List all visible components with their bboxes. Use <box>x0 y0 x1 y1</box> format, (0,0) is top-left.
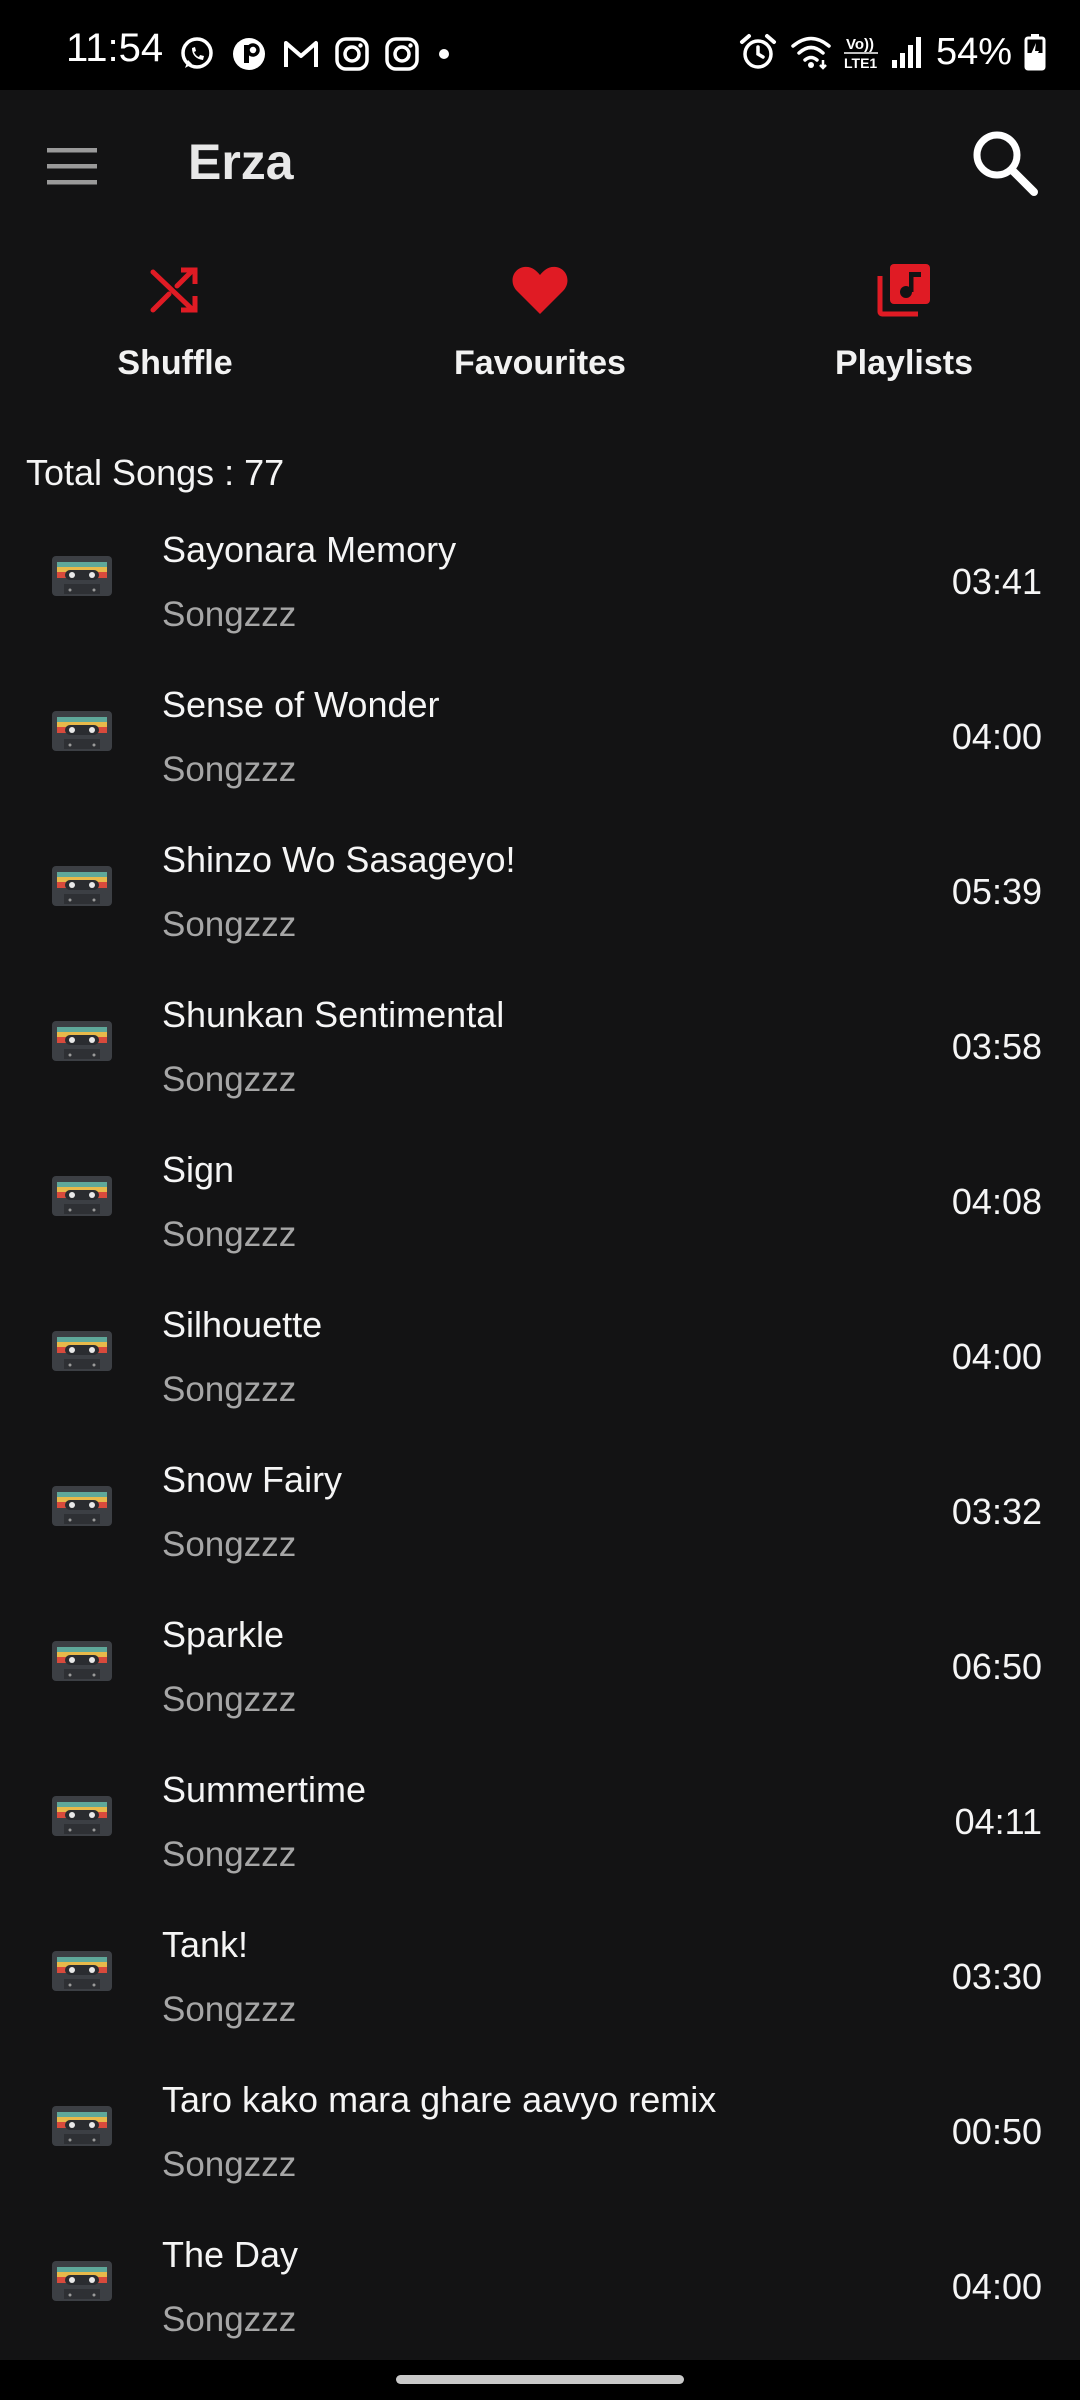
song-title: Summertime <box>162 1769 367 1810</box>
app-icon <box>230 35 268 73</box>
song-artist: Songzzz <box>162 1835 297 1874</box>
song-list-item[interactable]: Sayonara Memory Songzzz 03:41 <box>0 500 1080 655</box>
song-list-item[interactable]: Tank! Songzzz 03:30 <box>0 1895 1080 2050</box>
song-duration: 00:50 <box>951 2111 1042 2152</box>
song-title: Snow Fairy <box>162 1459 343 1500</box>
volte-icon: Vo)) LTE1 <box>843 32 878 72</box>
song-artist: Songzzz <box>162 1990 297 2029</box>
song-list-item[interactable]: Snow Fairy Songzzz 03:32 <box>0 1430 1080 1585</box>
song-title: Tank! <box>162 1924 249 1965</box>
shuffle-icon <box>149 264 201 321</box>
svg-text:LTE1: LTE1 <box>844 55 877 71</box>
song-artist: Songzzz <box>162 595 297 634</box>
song-title: The Day <box>162 2234 299 2275</box>
gmail-icon <box>282 37 320 71</box>
battery-charging-icon <box>1024 33 1046 71</box>
song-artist: Songzzz <box>162 2145 297 2184</box>
song-duration: 04:00 <box>951 2266 1042 2307</box>
svg-text:Vo)): Vo)) <box>846 36 874 53</box>
cassette-icon <box>50 1794 114 1838</box>
song-list-item[interactable]: Sense of Wonder Songzzz 04:00 <box>0 655 1080 810</box>
battery-percent: 54% <box>935 31 1012 73</box>
favourites-button[interactable]: Favourites <box>390 262 690 402</box>
playlists-button[interactable]: Playlists <box>754 262 1054 402</box>
app-bar: Erza <box>0 90 1080 240</box>
song-artist: Songzzz <box>162 1215 297 1254</box>
song-duration: 04:00 <box>951 1336 1042 1377</box>
song-artist: Songzzz <box>162 1060 297 1099</box>
cassette-icon <box>50 2259 114 2303</box>
cassette-icon <box>50 1949 114 1993</box>
status-time: 11:54 <box>66 26 164 70</box>
song-list-item[interactable]: Shunkan Sentimental Songzzz 03:58 <box>0 965 1080 1120</box>
song-title: Silhouette <box>162 1304 323 1345</box>
song-title: Shinzo Wo Sasageyo! <box>162 839 516 880</box>
song-artist: Songzzz <box>162 1370 297 1409</box>
cassette-icon <box>50 1484 114 1528</box>
cassette-icon <box>50 864 114 908</box>
song-list-item[interactable]: Taro kako mara ghare aavyo remix Songzzz… <box>0 2050 1080 2205</box>
cassette-icon <box>50 1329 114 1373</box>
song-duration: 04:00 <box>951 716 1042 757</box>
dot-icon <box>434 44 454 64</box>
cassette-icon <box>50 1639 114 1683</box>
song-title: Sign <box>162 1149 235 1190</box>
song-artist: Songzzz <box>162 1680 297 1719</box>
song-duration: 04:11 <box>954 1801 1042 1842</box>
status-bar: 11:54 Vo)) LTE1 54% <box>0 0 1080 90</box>
menu-icon[interactable] <box>44 142 100 192</box>
song-duration: 04:08 <box>951 1181 1042 1222</box>
alarm-icon <box>738 32 778 72</box>
shuffle-label: Shuffle <box>117 344 233 382</box>
song-duration: 03:32 <box>951 1491 1042 1532</box>
notification-icons <box>178 34 454 74</box>
cassette-icon <box>50 709 114 753</box>
heart-icon <box>511 264 569 321</box>
cassette-icon <box>50 1174 114 1218</box>
favourites-label: Favourites <box>454 344 626 382</box>
instagram-icon <box>384 36 420 72</box>
app-title: Erza <box>188 134 294 190</box>
song-title: Taro kako mara ghare aavyo remix <box>162 2079 717 2120</box>
cassette-icon <box>50 554 114 598</box>
song-title: Sense of Wonder <box>162 684 440 725</box>
song-list-item[interactable]: Shinzo Wo Sasageyo! Songzzz 05:39 <box>0 810 1080 965</box>
song-list-item[interactable]: Summertime Songzzz 04:11 <box>0 1740 1080 1895</box>
song-duration: 03:58 <box>951 1026 1042 1067</box>
signal-icon <box>890 34 924 70</box>
shuffle-button[interactable]: Shuffle <box>25 262 325 402</box>
search-icon[interactable] <box>968 126 1042 200</box>
total-songs-count: Total Songs : 77 <box>26 452 285 493</box>
wifi-icon <box>790 34 832 70</box>
song-list-item[interactable]: Sign Songzzz 04:08 <box>0 1120 1080 1275</box>
system-icons: Vo)) LTE1 54% <box>738 30 1046 74</box>
instagram-icon <box>334 36 370 72</box>
navigation-bar <box>0 2360 1080 2400</box>
whatsapp-icon <box>178 35 216 73</box>
song-title: Sparkle <box>162 1614 285 1655</box>
song-list-item[interactable]: The Day Songzzz 04:00 <box>0 2205 1080 2360</box>
cassette-icon <box>50 1019 114 1063</box>
cassette-icon <box>50 2104 114 2148</box>
home-indicator[interactable] <box>396 2375 684 2384</box>
song-title: Sayonara Memory <box>162 529 457 570</box>
song-list[interactable]: Sayonara Memory Songzzz 03:41 Sense of W… <box>0 500 1080 2360</box>
playlist-icon <box>876 262 932 323</box>
song-list-item[interactable]: Sparkle Songzzz 06:50 <box>0 1585 1080 1740</box>
song-duration: 03:30 <box>951 1956 1042 1997</box>
song-artist: Songzzz <box>162 1525 297 1564</box>
music-player-screen: 11:54 Vo)) LTE1 54% Erza Shuffle Favouri… <box>0 0 1080 2400</box>
playlists-label: Playlists <box>835 344 973 382</box>
song-duration: 05:39 <box>951 871 1042 912</box>
song-title: Shunkan Sentimental <box>162 994 505 1035</box>
song-artist: Songzzz <box>162 750 297 789</box>
song-artist: Songzzz <box>162 2300 297 2339</box>
song-duration: 03:41 <box>951 561 1042 602</box>
song-artist: Songzzz <box>162 905 297 944</box>
song-duration: 06:50 <box>951 1646 1042 1687</box>
song-list-item[interactable]: Silhouette Songzzz 04:00 <box>0 1275 1080 1430</box>
